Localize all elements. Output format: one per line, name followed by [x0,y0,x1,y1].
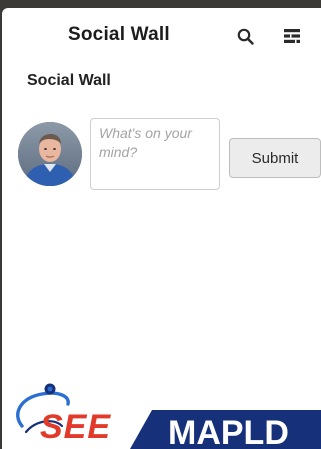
post-input[interactable] [90,118,220,190]
user-photo [18,122,82,186]
header-title: Social Wall [68,24,170,45]
avatar [18,122,82,186]
search-icon [237,28,254,45]
menu-button[interactable] [283,27,301,45]
search-button[interactable] [236,27,256,47]
logo-see-text: SEE [40,408,111,446]
menu-icon [284,29,300,43]
social-wall-panel: Social Wall Social Wall What's on your m… [2,8,321,449]
submit-button[interactable]: Submit [229,138,321,178]
see-mapld-logo: SEE MAPLD [16,383,321,449]
header: Social Wall [2,8,321,60]
section-title: Social Wall [27,72,111,89]
logo-mapld-text: MAPLD [168,414,289,449]
